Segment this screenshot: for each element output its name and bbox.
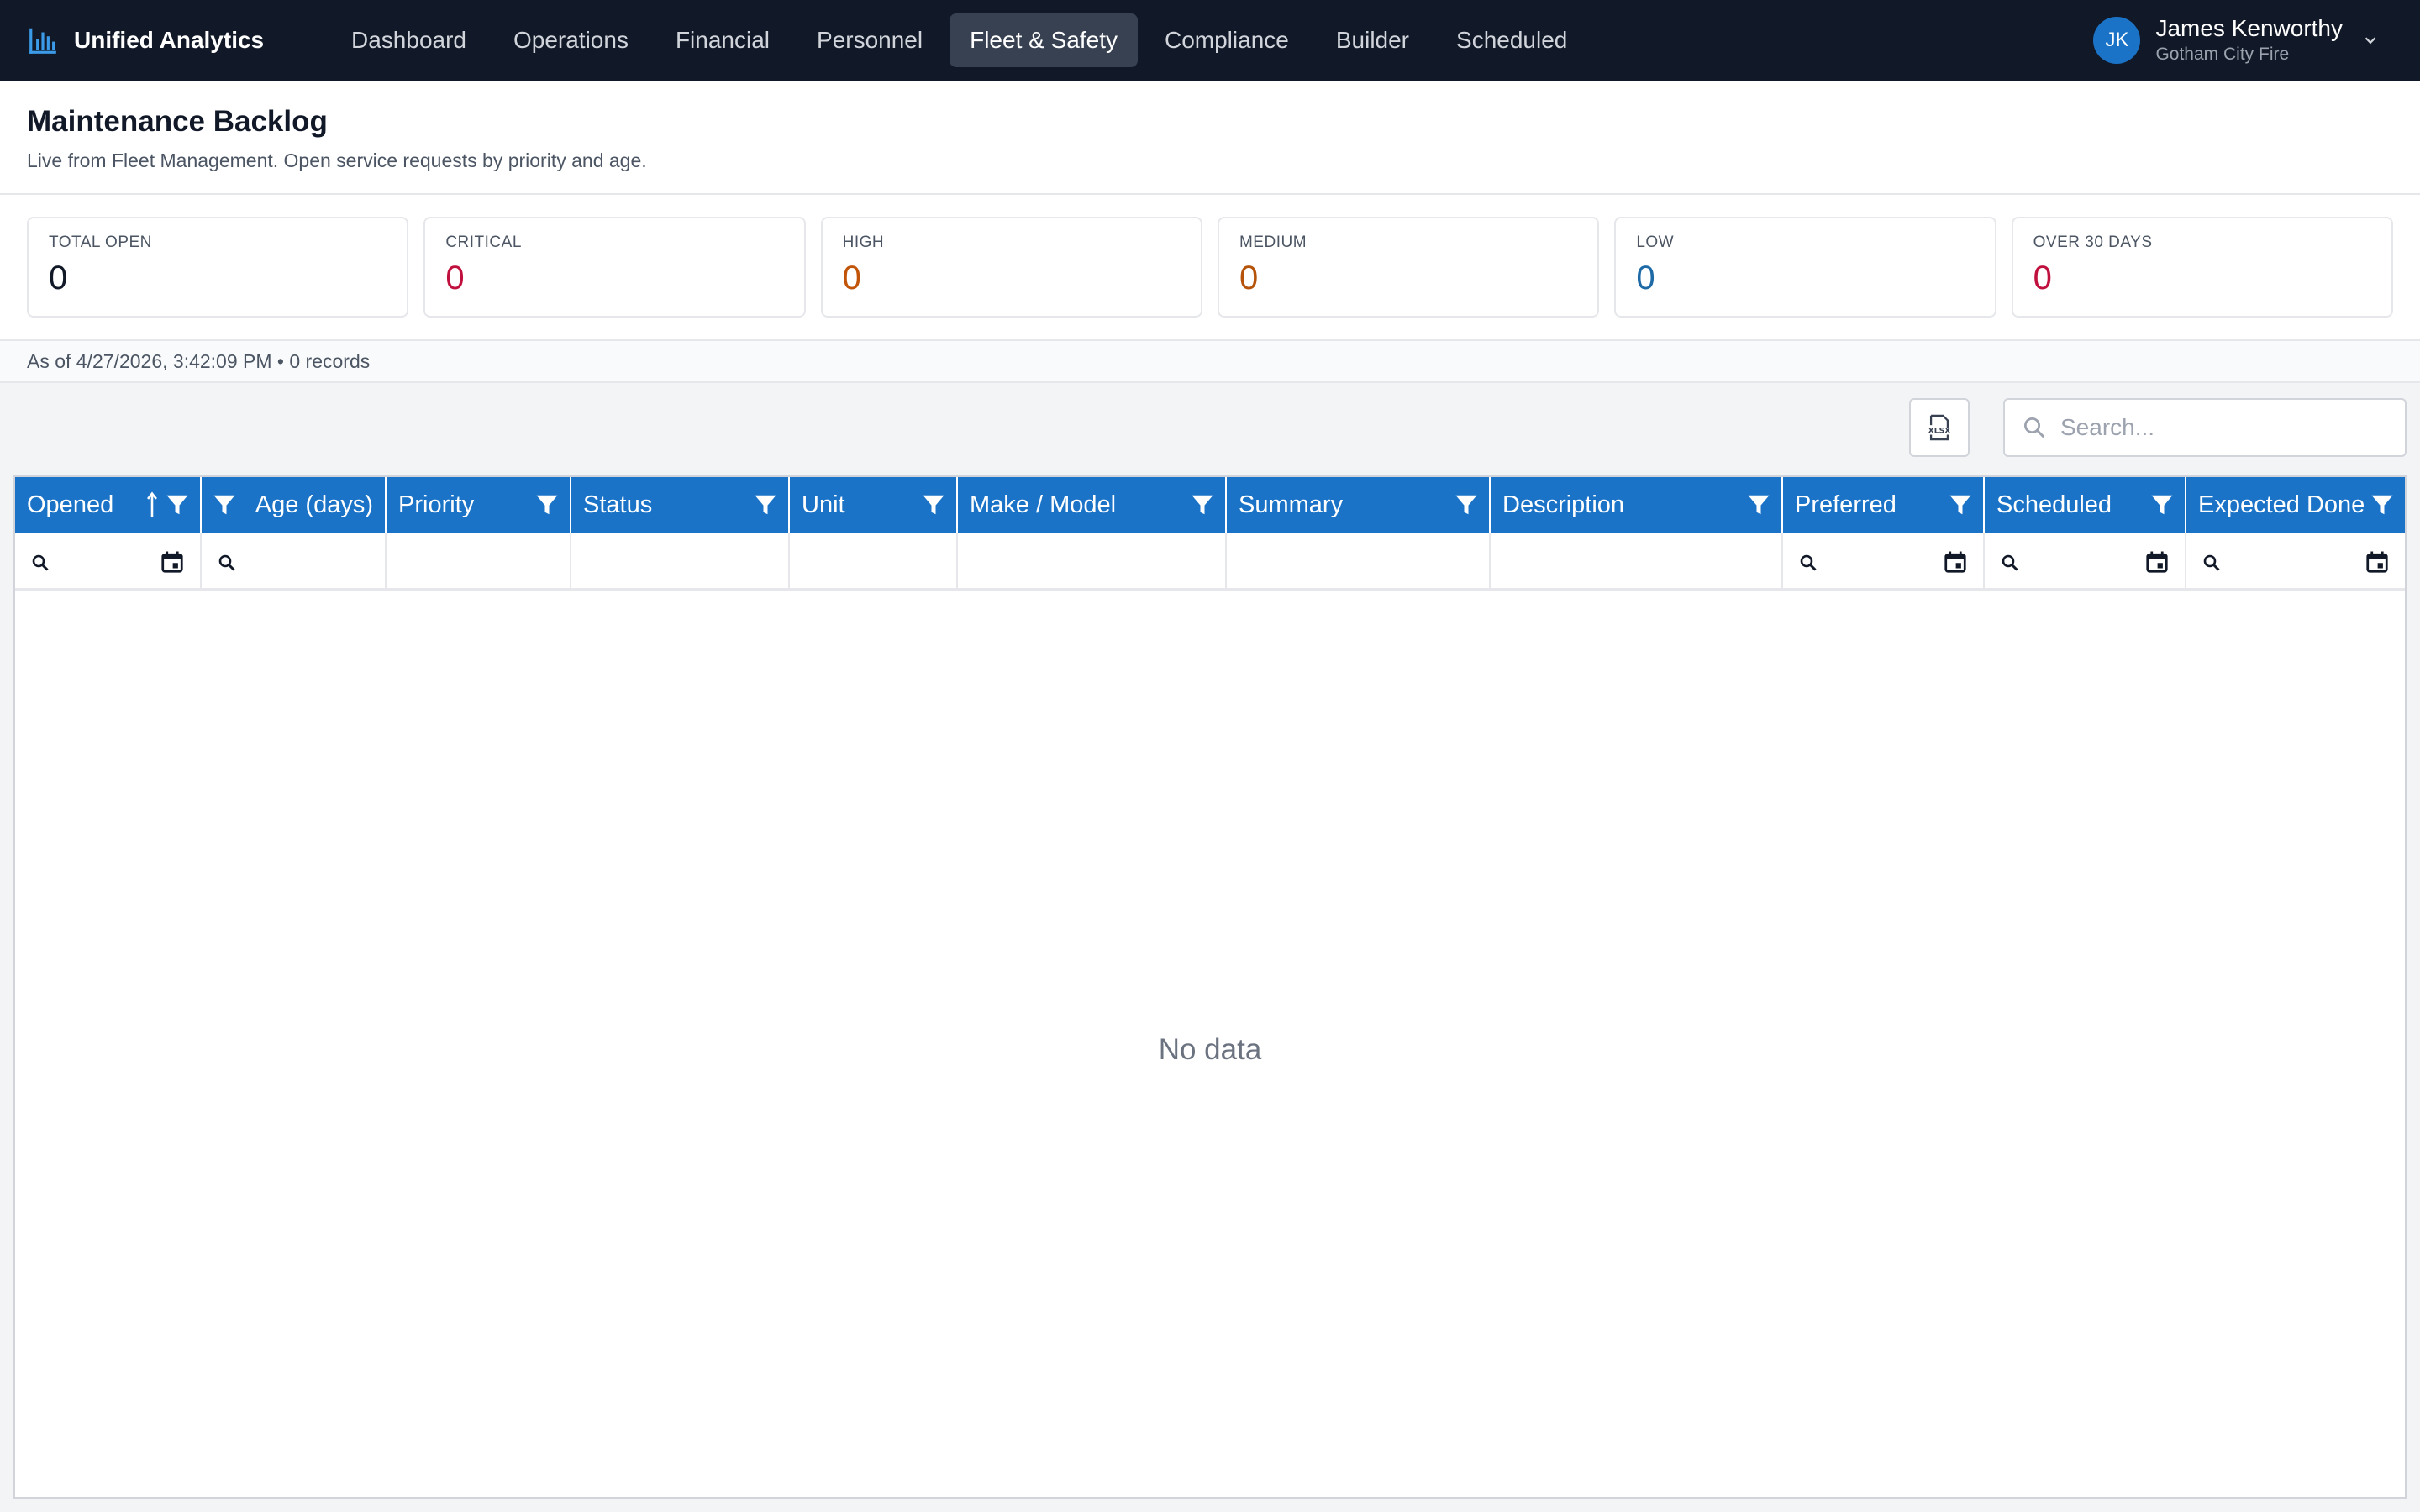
kpi-high: HIGH 0 <box>820 217 1202 318</box>
app-name: Unified Analytics <box>74 27 265 53</box>
kpi-over-30-days: OVER 30 DAYS 0 <box>2011 217 2393 318</box>
kpi-strip: TOTAL OPEN 0 CRITICAL 0 HIGH 0 MEDIUM 0 … <box>0 195 2420 339</box>
export-xlsx-button[interactable]: XLSX <box>1909 398 1970 457</box>
user-name: James Kenworthy <box>2155 15 2343 41</box>
kpi-label: HIGH <box>842 234 885 251</box>
chevron-down-icon[interactable] <box>2361 31 2380 50</box>
avatar: JK <box>2093 17 2141 64</box>
nav-scheduled[interactable]: Scheduled <box>1436 13 1587 67</box>
as-of-status: As of 4/27/2026, 3:42:09 PM • 0 records <box>0 339 2420 383</box>
search-input[interactable] <box>2059 413 2395 442</box>
user-menu[interactable]: JK James Kenworthy Gotham City Fire <box>2093 0 2380 81</box>
nav-financial[interactable]: Financial <box>655 13 790 67</box>
kpi-label: MEDIUM <box>1239 234 1307 251</box>
nav-dashboard[interactable]: Dashboard <box>331 13 487 67</box>
svg-text:XLSX: XLSX <box>1928 426 1951 435</box>
kpi-value: 0 <box>1636 260 1655 297</box>
kpi-value: 0 <box>1239 260 1259 297</box>
kpi-label: TOTAL OPEN <box>49 234 152 251</box>
page-title: Maintenance Backlog <box>27 105 328 138</box>
search-icon <box>2024 417 2045 438</box>
kpi-value: 0 <box>445 260 465 297</box>
kpi-medium: MEDIUM 0 <box>1217 217 1600 318</box>
kpi-value: 0 <box>842 260 861 297</box>
kpi-value: 0 <box>49 260 68 297</box>
nav-personnel[interactable]: Personnel <box>797 13 943 67</box>
bar-chart-icon <box>29 28 56 54</box>
kpi-low: LOW 0 <box>1614 217 1996 318</box>
top-navigation-bar: Unified Analytics Dashboard Operations F… <box>0 0 2420 81</box>
grid-search[interactable] <box>2003 398 2407 457</box>
nav-fleet-safety[interactable]: Fleet & Safety <box>950 13 1138 67</box>
user-org: Gotham City Fire <box>2155 45 2290 64</box>
user-info: James Kenworthy Gotham City Fire <box>2155 14 2343 66</box>
brand[interactable]: Unified Analytics <box>27 24 331 56</box>
page-header: Maintenance Backlog Live from Fleet Mana… <box>0 81 2420 195</box>
kpi-label: LOW <box>1636 234 1675 251</box>
nav-compliance[interactable]: Compliance <box>1144 13 1309 67</box>
page-subtitle: Live from Fleet Management. Open service… <box>27 150 647 171</box>
nav-builder[interactable]: Builder <box>1316 13 1429 67</box>
maintenance-grid: Opened Age (days) Priority Status Unit M… <box>13 475 2407 1499</box>
xlsx-export-icon: XLSX <box>1928 414 1951 441</box>
kpi-value: 0 <box>2033 260 2052 297</box>
kpi-label: CRITICAL <box>445 234 522 251</box>
nav-operations[interactable]: Operations <box>493 13 649 67</box>
main-nav: Dashboard Operations Financial Personnel… <box>331 0 1594 81</box>
kpi-label: OVER 30 DAYS <box>2033 234 2153 251</box>
empty-state: No data <box>1158 1033 1262 1066</box>
kpi-critical: CRITICAL 0 <box>424 217 806 318</box>
kpi-total-open: TOTAL OPEN 0 <box>27 217 409 318</box>
